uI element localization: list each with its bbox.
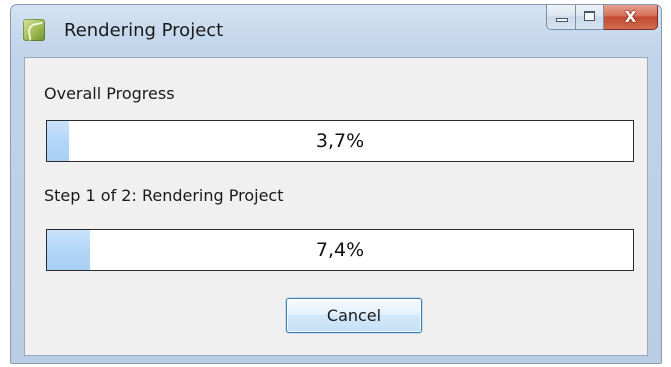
overall-progress-label: Overall Progress bbox=[44, 84, 175, 103]
maximize-button[interactable] bbox=[576, 5, 604, 30]
overall-progress-value: 3,7% bbox=[315, 130, 365, 152]
close-button[interactable]: X bbox=[604, 5, 658, 30]
overall-progress-bar: 3,7% bbox=[46, 120, 634, 162]
window-title: Rendering Project bbox=[64, 20, 224, 41]
close-icon: X bbox=[624, 8, 637, 26]
minimize-icon bbox=[556, 18, 568, 22]
screen: Rendering Project X Overall Progress 3,7… bbox=[0, 0, 671, 367]
step-progress-value: 7,4% bbox=[315, 239, 365, 261]
caption-buttons: X bbox=[546, 5, 658, 31]
rendering-window: Rendering Project X Overall Progress 3,7… bbox=[10, 4, 662, 364]
step-progress-label: Step 1 of 2: Rendering Project bbox=[44, 186, 284, 205]
dialog-body: Overall Progress 3,7% Step 1 of 2: Rende… bbox=[24, 57, 648, 356]
app-icon bbox=[23, 19, 45, 41]
maximize-icon bbox=[584, 11, 595, 21]
minimize-button[interactable] bbox=[546, 5, 576, 30]
step-progress-bar: 7,4% bbox=[46, 229, 634, 271]
cancel-button[interactable]: Cancel bbox=[286, 298, 422, 333]
title-bar[interactable]: Rendering Project X bbox=[11, 5, 661, 57]
